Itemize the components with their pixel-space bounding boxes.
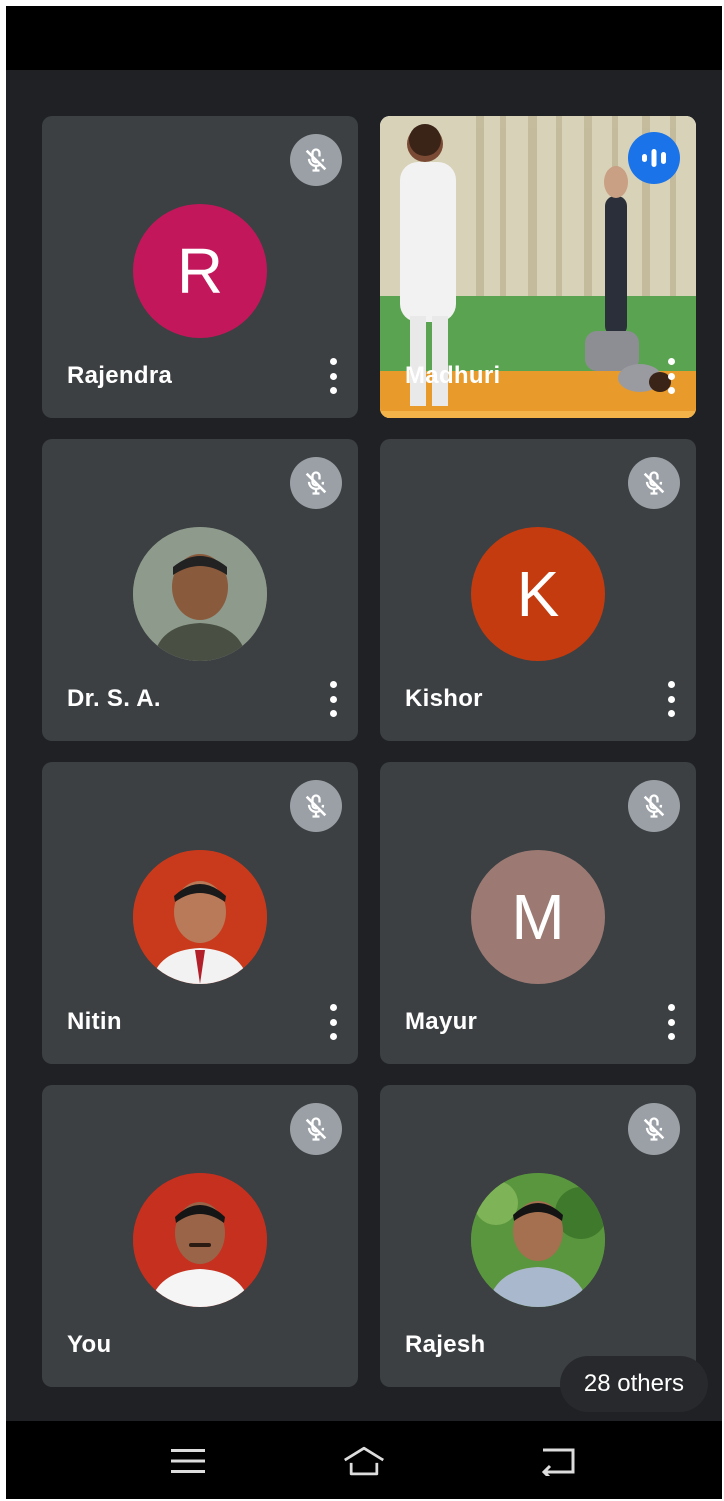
participant-name: You xyxy=(67,1331,112,1358)
avatar xyxy=(133,527,267,661)
participant-name: Dr. S. A. xyxy=(67,685,161,712)
meeting-screen: R Rajendra Madhuri Dr. S. A. K Kishor Ni… xyxy=(6,6,722,1499)
mic-off-icon xyxy=(628,457,680,509)
back-icon[interactable] xyxy=(536,1441,580,1481)
participant-tile-rajesh[interactable]: Rajesh xyxy=(380,1085,696,1387)
avatar xyxy=(133,1173,267,1307)
avatar-initial: M xyxy=(511,881,565,953)
others-label: 28 others xyxy=(583,1370,684,1397)
mic-off-icon xyxy=(290,1103,342,1155)
more-vert-icon[interactable] xyxy=(322,358,344,394)
menu-icon[interactable] xyxy=(166,1441,210,1481)
avatar: M xyxy=(471,850,605,984)
participant-name: Rajendra xyxy=(67,362,173,389)
participant-tile-dr-s-a[interactable]: Dr. S. A. xyxy=(42,439,358,741)
mic-off-icon xyxy=(290,457,342,509)
participant-name: Rajesh xyxy=(405,1331,486,1358)
more-vert-icon[interactable] xyxy=(660,681,682,717)
participant-tile-kishor[interactable]: K Kishor xyxy=(380,439,696,741)
audio-wave-icon xyxy=(628,132,680,184)
home-icon[interactable] xyxy=(342,1441,386,1481)
avatar xyxy=(471,1173,605,1307)
more-vert-icon[interactable] xyxy=(660,1004,682,1040)
system-nav-bar xyxy=(6,1421,722,1499)
mic-off-icon xyxy=(290,134,342,186)
mic-off-icon xyxy=(290,780,342,832)
participant-grid: R Rajendra Madhuri Dr. S. A. K Kishor Ni… xyxy=(6,6,722,1426)
avatar xyxy=(133,850,267,984)
participant-name: Kishor xyxy=(405,685,483,712)
avatar-initial: R xyxy=(176,235,224,307)
more-vert-icon[interactable] xyxy=(322,681,344,717)
avatar-initial: K xyxy=(516,558,560,630)
others-chip[interactable]: 28 others xyxy=(559,1356,708,1412)
avatar: R xyxy=(133,204,267,338)
participant-tile-madhuri[interactable]: Madhuri xyxy=(380,116,696,418)
more-vert-icon[interactable] xyxy=(322,1004,344,1040)
participant-name: Mayur xyxy=(405,1008,478,1035)
participant-tile-mayur[interactable]: M Mayur xyxy=(380,762,696,1064)
participant-tile-rajendra[interactable]: R Rajendra xyxy=(42,116,358,418)
participant-tile-nitin[interactable]: Nitin xyxy=(42,762,358,1064)
participant-tile-you[interactable]: You xyxy=(42,1085,358,1387)
avatar: K xyxy=(471,527,605,661)
participant-name: Nitin xyxy=(67,1008,122,1035)
mic-off-icon xyxy=(628,780,680,832)
mic-off-icon xyxy=(628,1103,680,1155)
participant-name: Madhuri xyxy=(405,362,501,389)
more-vert-icon[interactable] xyxy=(660,358,682,394)
